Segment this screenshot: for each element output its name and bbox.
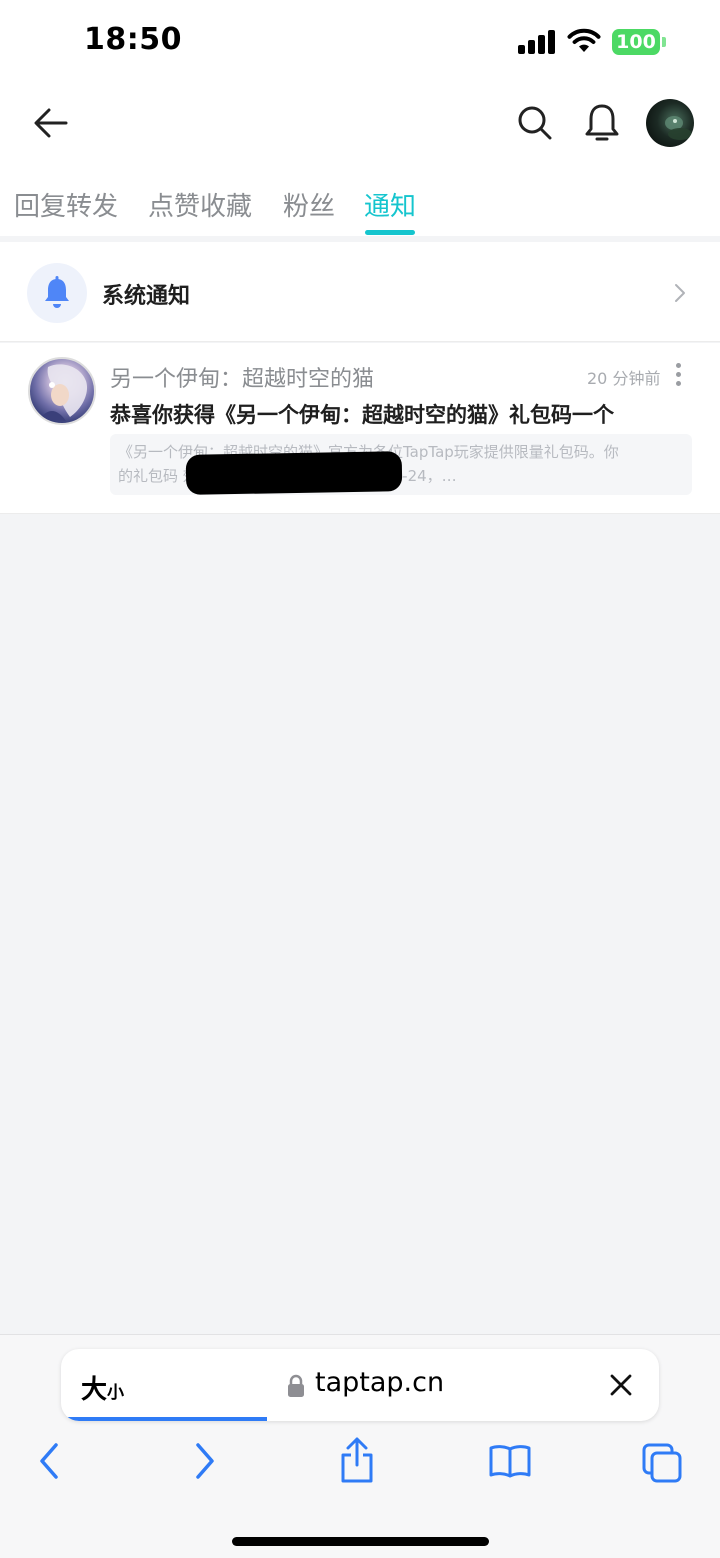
wifi-icon bbox=[567, 28, 601, 52]
tab-notifications[interactable]: 通知 bbox=[364, 186, 416, 223]
browser-toolbar: 大小 taptap.cn bbox=[0, 1334, 720, 1558]
status-bar: 18:50 100 bbox=[0, 0, 720, 80]
url-text[interactable]: taptap.cn bbox=[315, 1367, 444, 1398]
tab-bar: 回复转发 点赞收藏 粉丝 通知 bbox=[0, 166, 720, 236]
notification-time: 20 分钟前 bbox=[587, 369, 661, 388]
share-icon[interactable] bbox=[338, 1435, 376, 1485]
search-icon[interactable] bbox=[516, 104, 554, 142]
user-avatar[interactable] bbox=[646, 99, 694, 147]
battery-indicator: 100 bbox=[612, 29, 660, 55]
active-tab-indicator bbox=[365, 230, 415, 235]
system-notification-label: 系统通知 bbox=[102, 284, 191, 309]
tab-replies-reposts[interactable]: 回复转发 bbox=[14, 186, 118, 223]
close-icon[interactable] bbox=[609, 1373, 633, 1397]
browser-forward-icon[interactable] bbox=[192, 1441, 218, 1481]
signal-icon bbox=[518, 30, 556, 54]
notification-source[interactable]: 另一个伊甸：超越时空的猫 bbox=[110, 361, 374, 393]
tab-followers[interactable]: 粉丝 bbox=[283, 186, 335, 223]
browser-back-icon[interactable] bbox=[36, 1441, 62, 1481]
text-size-label-small: 小 bbox=[107, 1383, 125, 1403]
top-header bbox=[0, 80, 720, 166]
address-bar[interactable]: 大小 taptap.cn bbox=[61, 1349, 659, 1421]
lock-icon bbox=[288, 1374, 304, 1397]
redaction-mark bbox=[185, 451, 403, 495]
text-size-button[interactable]: 大小 bbox=[81, 1369, 124, 1406]
status-time: 18:50 bbox=[84, 22, 182, 57]
chevron-right-icon bbox=[675, 284, 685, 302]
notification-title: 恭喜你获得《另一个伊甸：超越时空的猫》礼包码一个 bbox=[110, 403, 614, 427]
system-bell-icon bbox=[27, 263, 87, 323]
text-size-label-big: 大 bbox=[81, 1375, 108, 1405]
battery-tip bbox=[662, 37, 666, 47]
page-load-progress bbox=[61, 1417, 267, 1421]
more-vertical-icon[interactable] bbox=[676, 363, 684, 390]
back-arrow-icon[interactable] bbox=[32, 104, 70, 142]
bookmarks-icon[interactable] bbox=[488, 1443, 532, 1479]
bell-icon[interactable] bbox=[584, 102, 620, 144]
game-avatar[interactable] bbox=[28, 357, 96, 425]
notification-item[interactable]: 另一个伊甸：超越时空的猫 20 分钟前 恭喜你获得《另一个伊甸：超越时空的猫》礼… bbox=[0, 343, 720, 514]
home-indicator bbox=[232, 1537, 489, 1546]
tab-likes-favorites[interactable]: 点赞收藏 bbox=[148, 186, 252, 223]
system-notification-row[interactable]: 系统通知 bbox=[0, 242, 720, 342]
tabs-icon[interactable] bbox=[642, 1443, 684, 1483]
